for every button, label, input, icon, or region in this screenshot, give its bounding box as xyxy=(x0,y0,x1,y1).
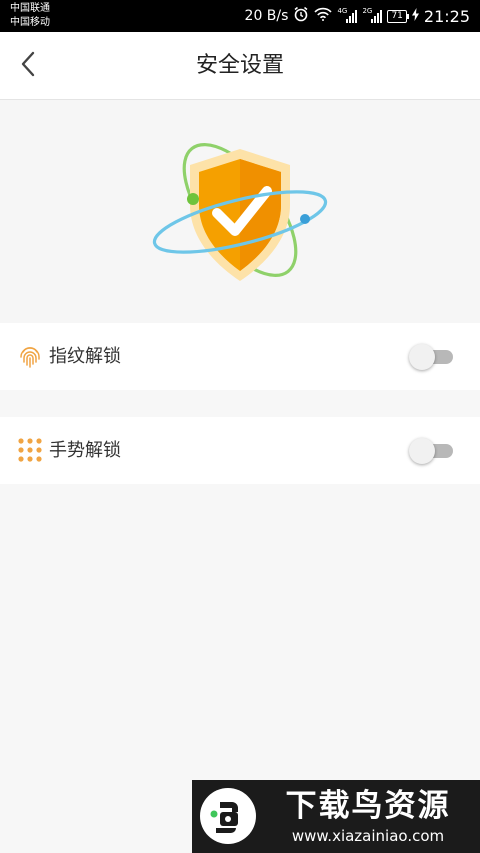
carrier-1: 中国联通 xyxy=(10,3,50,14)
clock-time: 21:25 xyxy=(423,6,470,26)
watermark-banner: 下载鸟资源 www.xiazainiao.com xyxy=(192,780,480,853)
status-right: 20 B/s 4G 2G 71 21:25 xyxy=(245,0,470,32)
toggle-knob xyxy=(409,344,435,370)
top-nav-bar: 安全设置 xyxy=(0,32,480,100)
watermark-bird-logo-icon xyxy=(198,786,258,846)
carrier-info: 中国联通 中国移动 xyxy=(10,2,50,30)
gesture-unlock-row[interactable]: 手势解锁 xyxy=(0,417,480,484)
fingerprint-unlock-row[interactable]: 指纹解锁 xyxy=(0,323,480,390)
fingerprint-unlock-label: 指纹解锁 xyxy=(49,346,121,367)
gesture-unlock-label: 手势解锁 xyxy=(49,440,121,461)
alarm-icon xyxy=(293,6,309,26)
fingerprint-unlock-toggle[interactable] xyxy=(409,344,453,370)
signal-strength-icon-2: 2G xyxy=(362,7,383,23)
gesture-unlock-toggle[interactable] xyxy=(409,438,453,464)
fingerprint-icon xyxy=(17,343,43,369)
toggle-knob xyxy=(409,438,435,464)
network-speed: 20 B/s xyxy=(244,8,289,24)
gesture-dots-icon xyxy=(17,437,43,463)
signal-strength-icon-1: 4G xyxy=(337,7,358,23)
signal-2-tag: 2G xyxy=(362,7,373,15)
status-bar: 中国联通 中国移动 20 B/s 4G 2G 71 21:25 xyxy=(0,0,480,32)
signal-1-tag: 4G xyxy=(337,7,348,15)
battery-level: 71 xyxy=(391,11,403,21)
wifi-icon xyxy=(314,7,333,25)
page-title: 安全设置 xyxy=(195,53,284,78)
hero-banner xyxy=(0,100,480,323)
charging-bolt-icon xyxy=(411,7,419,25)
battery-icon: 71 xyxy=(387,9,410,23)
security-shield-icon xyxy=(152,143,328,281)
watermark-title: 下载鸟资源 xyxy=(285,788,451,824)
watermark-url: www.xiazainiao.com xyxy=(291,827,445,845)
carrier-2: 中国移动 xyxy=(10,17,50,28)
